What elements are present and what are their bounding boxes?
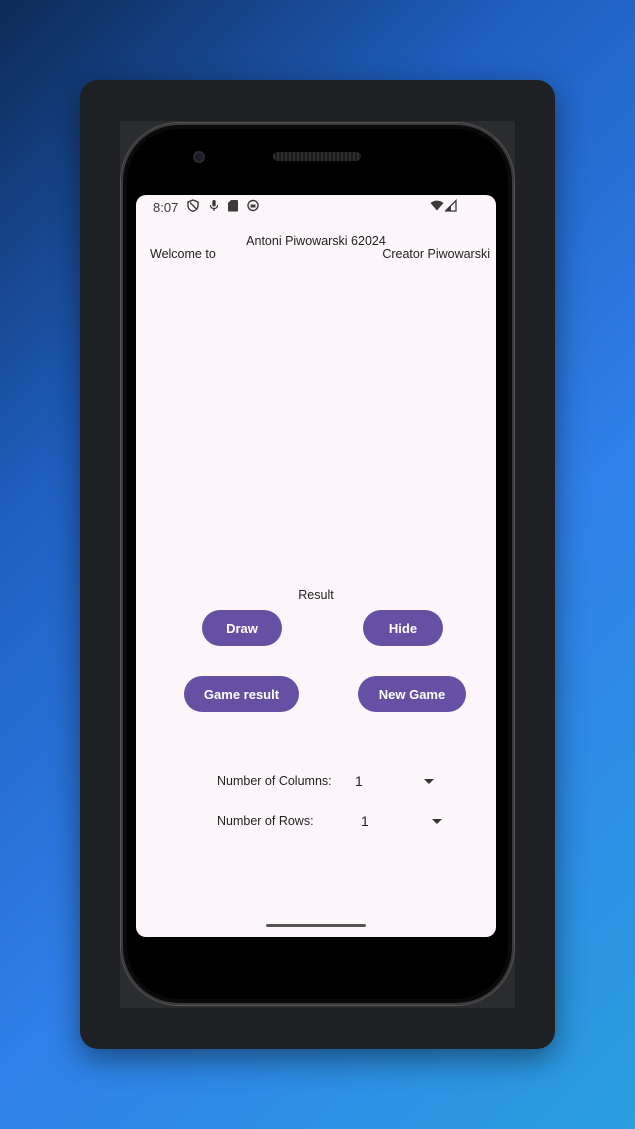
game-result-button[interactable]: Game result [184,676,299,712]
rows-dropdown[interactable]: 1 [361,813,445,833]
header-title: Antoni Piwowarski 62024 [246,234,386,248]
columns-value: 1 [355,773,363,789]
result-label: Result [298,588,334,602]
hide-button[interactable]: Hide [363,610,443,646]
rows-label: Number of Rows: [217,814,314,828]
creator-text: Creator Piwowarski [382,247,490,261]
app-circle-icon [247,199,259,212]
wifi-icon [430,200,444,211]
chevron-down-icon [432,819,442,824]
status-bar: 8:07 [136,195,496,219]
draw-button[interactable]: Draw [202,610,282,646]
front-camera [193,151,205,163]
columns-dropdown[interactable]: 1 [355,773,437,793]
rows-value: 1 [361,813,369,829]
welcome-text: Welcome to [150,247,216,261]
chevron-down-icon [424,779,434,784]
sd-card-icon [228,200,238,212]
microphone-icon [209,200,219,211]
status-time: 8:07 [153,200,179,215]
phone-screen: 8:07 Antoni Piwowarski 62024 Welcome to … [136,195,496,937]
columns-label: Number of Columns: [217,774,332,788]
new-game-button[interactable]: New Game [358,676,466,712]
signal-icon [445,199,457,212]
earpiece-speaker [273,152,361,161]
shield-icon [187,199,199,212]
home-indicator[interactable] [266,924,366,927]
